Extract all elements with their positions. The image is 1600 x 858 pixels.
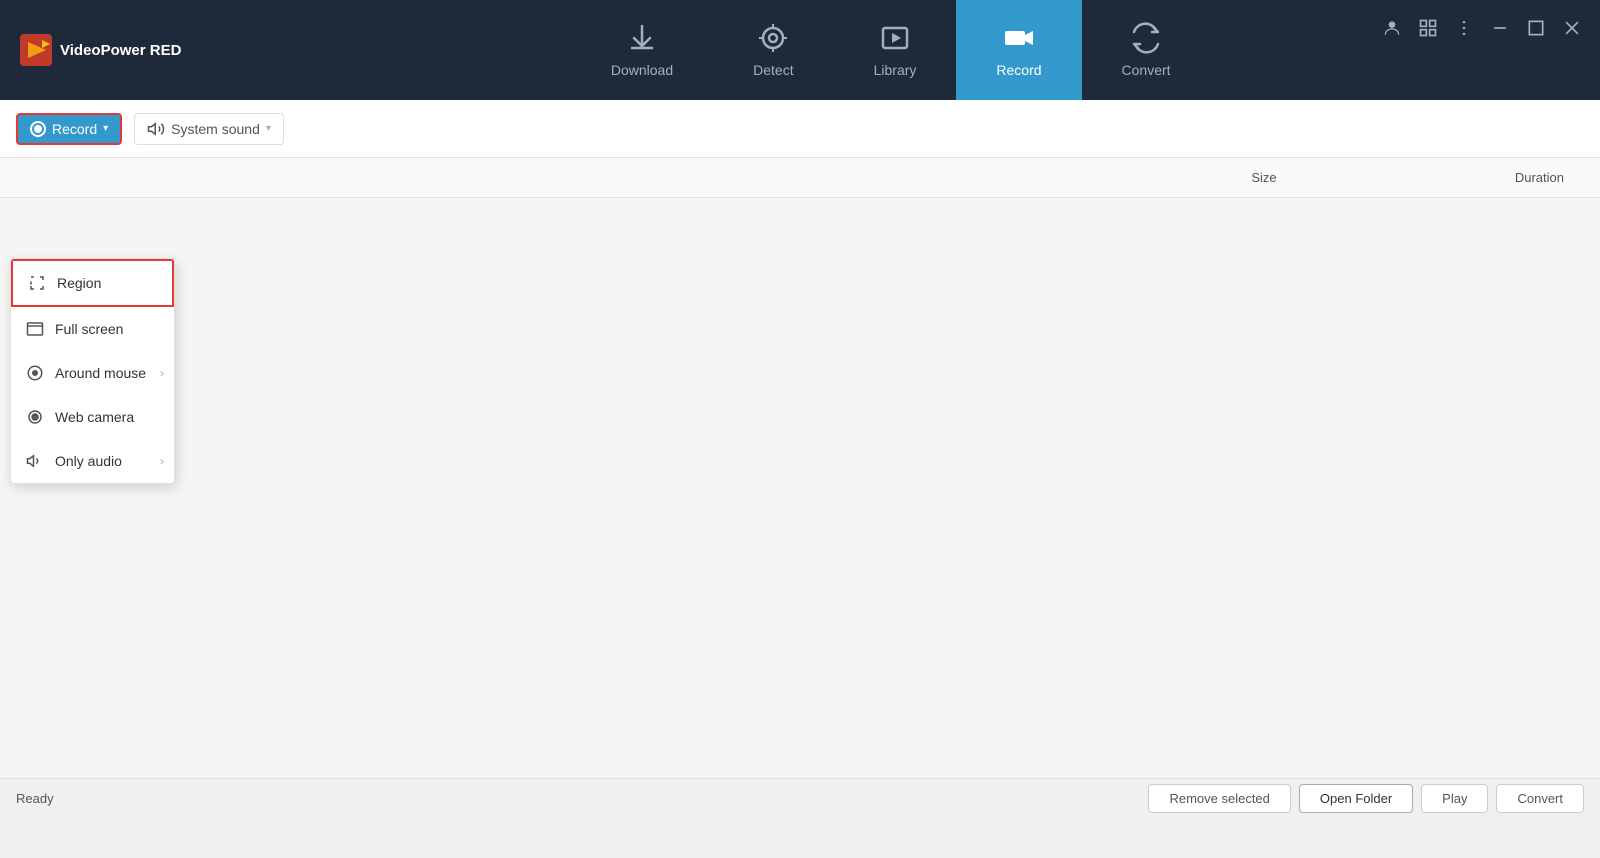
region-icon — [27, 273, 47, 293]
dropdown-item-fullscreen-label: Full screen — [55, 321, 123, 337]
toolbar: Record ▾ System sound ▾ — [0, 100, 1600, 158]
play-button[interactable]: Play — [1421, 784, 1488, 813]
around-mouse-icon — [25, 363, 45, 383]
bottom-bar: Ready Remove selected Open Folder Play C… — [0, 778, 1600, 818]
record-circle-icon — [30, 121, 46, 137]
titlebar: VideoPower RED Download Detect — [0, 0, 1600, 100]
system-sound-button[interactable]: System sound ▾ — [134, 113, 284, 145]
dropdown-item-region[interactable]: Region — [11, 259, 174, 307]
person-icon[interactable] — [1380, 16, 1404, 40]
nav-tabs: Download Detect Library Record — [181, 0, 1600, 100]
dropdown-item-only-audio-label: Only audio — [55, 453, 122, 469]
remove-selected-button[interactable]: Remove selected — [1148, 784, 1290, 813]
main-content: Record ▾ System sound ▾ Size Duration Re… — [0, 100, 1600, 818]
convert-icon — [1130, 22, 1162, 54]
table-header: Size Duration — [0, 158, 1600, 198]
tab-convert-label: Convert — [1122, 62, 1171, 78]
close-icon[interactable] — [1560, 16, 1584, 40]
download-icon — [626, 22, 658, 54]
app-logo: VideoPower RED — [0, 34, 181, 66]
system-sound-label: System sound — [171, 121, 260, 137]
tab-convert[interactable]: Convert — [1082, 0, 1211, 100]
dropdown-item-web-camera[interactable]: Web camera — [11, 395, 174, 439]
dropdown-item-fullscreen[interactable]: Full screen — [11, 307, 174, 351]
bottom-actions: Remove selected Open Folder Play Convert — [1148, 784, 1584, 813]
grid-icon[interactable] — [1416, 16, 1440, 40]
dropdown-menu: Region Full screen Around mouse › — [10, 258, 175, 484]
dropdown-item-around-mouse-label: Around mouse — [55, 365, 146, 381]
status-text: Ready — [16, 791, 54, 806]
dropdown-item-region-label: Region — [57, 275, 101, 291]
convert-button[interactable]: Convert — [1496, 784, 1584, 813]
titlebar-controls — [1380, 16, 1600, 40]
app-logo-icon — [20, 34, 52, 66]
more-icon[interactable] — [1452, 16, 1476, 40]
tab-detect[interactable]: Detect — [713, 0, 833, 100]
col-duration-header: Duration — [1364, 170, 1564, 185]
around-mouse-submenu-arrow: › — [160, 366, 164, 380]
only-audio-icon — [25, 451, 45, 471]
web-camera-icon — [25, 407, 45, 427]
record-label: Record — [52, 121, 97, 137]
content-area — [0, 198, 1600, 818]
col-size-header: Size — [1164, 170, 1364, 185]
dropdown-item-only-audio[interactable]: Only audio › — [11, 439, 174, 483]
minimize-icon[interactable] — [1488, 16, 1512, 40]
open-folder-button[interactable]: Open Folder — [1299, 784, 1413, 813]
tab-detect-label: Detect — [753, 62, 793, 78]
tab-download-label: Download — [611, 62, 673, 78]
only-audio-submenu-arrow: › — [160, 454, 164, 468]
fullscreen-icon — [25, 319, 45, 339]
tab-library[interactable]: Library — [834, 0, 957, 100]
record-button[interactable]: Record ▾ — [16, 113, 122, 145]
detect-icon — [757, 22, 789, 54]
tab-record[interactable]: Record — [956, 0, 1081, 100]
dropdown-item-around-mouse[interactable]: Around mouse › — [11, 351, 174, 395]
tab-download[interactable]: Download — [571, 0, 713, 100]
system-sound-chevron[interactable]: ▾ — [266, 123, 271, 134]
sound-icon — [147, 120, 165, 138]
record-dropdown-chevron[interactable]: ▾ — [103, 123, 108, 134]
library-icon — [879, 22, 911, 54]
dropdown-item-web-camera-label: Web camera — [55, 409, 134, 425]
tab-record-label: Record — [996, 62, 1041, 78]
maximize-icon[interactable] — [1524, 16, 1548, 40]
app-name: VideoPower RED — [60, 42, 181, 59]
record-icon — [1003, 22, 1035, 54]
tab-library-label: Library — [874, 62, 917, 78]
